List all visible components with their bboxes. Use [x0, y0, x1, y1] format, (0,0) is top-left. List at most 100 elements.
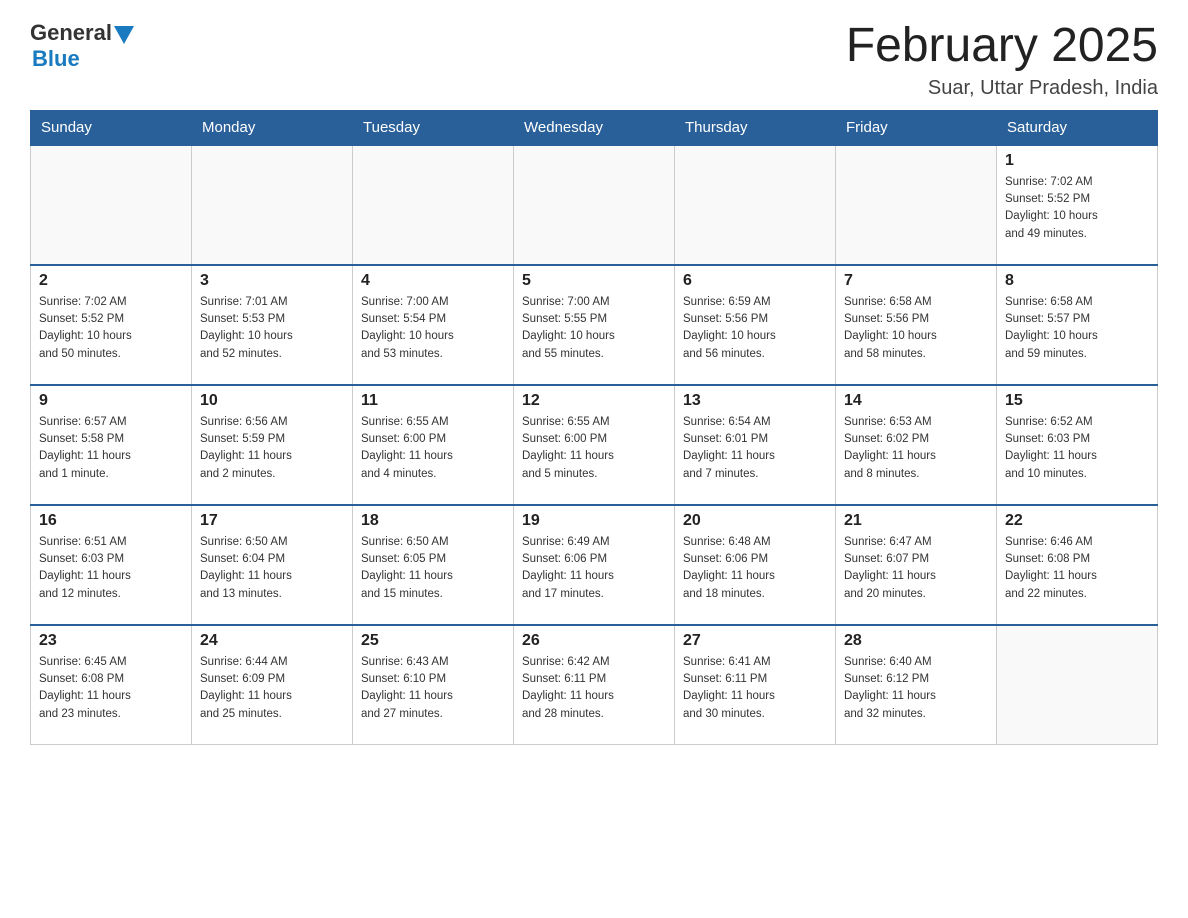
day-number: 26 [522, 632, 666, 650]
day-info: Sunrise: 6:49 AMSunset: 6:06 PMDaylight:… [522, 534, 666, 603]
day-info: Sunrise: 6:40 AMSunset: 6:12 PMDaylight:… [844, 654, 988, 723]
day-info: Sunrise: 6:59 AMSunset: 5:56 PMDaylight:… [683, 294, 827, 363]
calendar-day-cell: 20 Sunrise: 6:48 AMSunset: 6:06 PMDayligh… [675, 505, 836, 625]
day-info: Sunrise: 6:53 AMSunset: 6:02 PMDaylight:… [844, 414, 988, 483]
title-section: February 2025 Suar, Uttar Pradesh, India [846, 20, 1158, 100]
day-number: 4 [361, 272, 505, 290]
day-number: 23 [39, 632, 183, 650]
calendar-day-cell: 27 Sunrise: 6:41 AMSunset: 6:11 PMDayligh… [675, 625, 836, 745]
calendar-day-cell: 8 Sunrise: 6:58 AMSunset: 5:57 PMDaylight… [997, 265, 1158, 385]
calendar-day-cell: 10Sunrise: 6:56 AMSunset: 5:59 PMDayligh… [192, 385, 353, 505]
calendar-day-cell: 9 Sunrise: 6:57 AMSunset: 5:58 PMDaylight… [31, 385, 192, 505]
calendar-day-cell: 22 Sunrise: 6:46 AMSunset: 6:08 PMDayligh… [997, 505, 1158, 625]
day-number: 15 [1005, 392, 1149, 410]
calendar-day-cell: 5 Sunrise: 7:00 AMSunset: 5:55 PMDaylight… [514, 265, 675, 385]
day-number: 12 [522, 392, 666, 410]
day-number: 8 [1005, 272, 1149, 290]
day-number: 24 [200, 632, 344, 650]
calendar-day-cell: 17 Sunrise: 6:50 AMSunset: 6:04 PMDayligh… [192, 505, 353, 625]
calendar-day-cell: 2 Sunrise: 7:02 AMSunset: 5:52 PMDaylight… [31, 265, 192, 385]
day-info: Sunrise: 7:02 AMSunset: 5:52 PMDaylight:… [39, 294, 183, 363]
page-header: General Blue February 2025 Suar, Uttar P… [30, 20, 1158, 100]
day-info: Sunrise: 6:54 AMSunset: 6:01 PMDaylight:… [683, 414, 827, 483]
logo: General Blue [30, 20, 136, 72]
calendar-table: SundayMondayTuesdayWednesdayThursdayFrid… [30, 110, 1158, 746]
day-info: Sunrise: 6:45 AMSunset: 6:08 PMDaylight:… [39, 654, 183, 723]
calendar-header-row: SundayMondayTuesdayWednesdayThursdayFrid… [31, 110, 1158, 145]
calendar-day-cell: 18 Sunrise: 6:50 AMSunset: 6:05 PMDayligh… [353, 505, 514, 625]
day-number: 1 [1005, 152, 1149, 170]
calendar-day-header: Thursday [675, 110, 836, 145]
calendar-week-row: 16Sunrise: 6:51 AMSunset: 6:03 PMDayligh… [31, 505, 1158, 625]
day-info: Sunrise: 6:56 AMSunset: 5:59 PMDaylight:… [200, 414, 344, 483]
day-info: Sunrise: 6:55 AMSunset: 6:00 PMDaylight:… [361, 414, 505, 483]
calendar-day-cell [836, 145, 997, 265]
calendar-day-header: Saturday [997, 110, 1158, 145]
day-number: 21 [844, 512, 988, 530]
day-number: 13 [683, 392, 827, 410]
logo-general: General [30, 20, 112, 46]
calendar-day-cell: 7Sunrise: 6:58 AMSunset: 5:56 PMDaylight… [836, 265, 997, 385]
day-info: Sunrise: 6:50 AMSunset: 6:04 PMDaylight:… [200, 534, 344, 603]
calendar-day-cell: 3 Sunrise: 7:01 AMSunset: 5:53 PMDaylight… [192, 265, 353, 385]
calendar-day-cell [192, 145, 353, 265]
day-info: Sunrise: 6:42 AMSunset: 6:11 PMDaylight:… [522, 654, 666, 723]
calendar-week-row: 9 Sunrise: 6:57 AMSunset: 5:58 PMDaylight… [31, 385, 1158, 505]
day-number: 3 [200, 272, 344, 290]
day-info: Sunrise: 6:43 AMSunset: 6:10 PMDaylight:… [361, 654, 505, 723]
day-number: 2 [39, 272, 183, 290]
day-info: Sunrise: 6:44 AMSunset: 6:09 PMDaylight:… [200, 654, 344, 723]
day-info: Sunrise: 6:47 AMSunset: 6:07 PMDaylight:… [844, 534, 988, 603]
logo-triangle-icon [112, 22, 134, 44]
calendar-day-cell: 21 Sunrise: 6:47 AMSunset: 6:07 PMDayligh… [836, 505, 997, 625]
day-number: 17 [200, 512, 344, 530]
calendar-day-header: Wednesday [514, 110, 675, 145]
calendar-day-cell: 24 Sunrise: 6:44 AMSunset: 6:09 PMDayligh… [192, 625, 353, 745]
calendar-day-cell [997, 625, 1158, 745]
day-info: Sunrise: 6:57 AMSunset: 5:58 PMDaylight:… [39, 414, 183, 483]
calendar-day-cell: 25 Sunrise: 6:43 AMSunset: 6:10 PMDayligh… [353, 625, 514, 745]
calendar-day-cell: 16Sunrise: 6:51 AMSunset: 6:03 PMDayligh… [31, 505, 192, 625]
day-info: Sunrise: 7:02 AMSunset: 5:52 PMDaylight:… [1005, 174, 1149, 243]
calendar-day-cell: 14 Sunrise: 6:53 AMSunset: 6:02 PMDayligh… [836, 385, 997, 505]
day-number: 18 [361, 512, 505, 530]
day-number: 27 [683, 632, 827, 650]
location-title: Suar, Uttar Pradesh, India [846, 77, 1158, 100]
day-number: 6 [683, 272, 827, 290]
day-number: 19 [522, 512, 666, 530]
day-number: 5 [522, 272, 666, 290]
day-number: 22 [1005, 512, 1149, 530]
day-info: Sunrise: 7:01 AMSunset: 5:53 PMDaylight:… [200, 294, 344, 363]
calendar-day-cell: 15 Sunrise: 6:52 AMSunset: 6:03 PMDayligh… [997, 385, 1158, 505]
day-info: Sunrise: 6:58 AMSunset: 5:57 PMDaylight:… [1005, 294, 1149, 363]
day-info: Sunrise: 6:48 AMSunset: 6:06 PMDaylight:… [683, 534, 827, 603]
day-number: 20 [683, 512, 827, 530]
calendar-day-cell: 11Sunrise: 6:55 AMSunset: 6:00 PMDayligh… [353, 385, 514, 505]
month-title: February 2025 [846, 20, 1158, 73]
calendar-day-cell [514, 145, 675, 265]
calendar-day-cell [31, 145, 192, 265]
calendar-day-header: Sunday [31, 110, 192, 145]
day-info: Sunrise: 6:46 AMSunset: 6:08 PMDaylight:… [1005, 534, 1149, 603]
day-number: 25 [361, 632, 505, 650]
day-number: 9 [39, 392, 183, 410]
calendar-day-cell: 6 Sunrise: 6:59 AMSunset: 5:56 PMDaylight… [675, 265, 836, 385]
day-info: Sunrise: 6:55 AMSunset: 6:00 PMDaylight:… [522, 414, 666, 483]
day-number: 28 [844, 632, 988, 650]
logo-blue: Blue [32, 46, 136, 72]
day-info: Sunrise: 6:50 AMSunset: 6:05 PMDaylight:… [361, 534, 505, 603]
day-number: 14 [844, 392, 988, 410]
calendar-day-header: Tuesday [353, 110, 514, 145]
calendar-week-row: 23 Sunrise: 6:45 AMSunset: 6:08 PMDayligh… [31, 625, 1158, 745]
day-info: Sunrise: 6:41 AMSunset: 6:11 PMDaylight:… [683, 654, 827, 723]
calendar-day-cell: 28 Sunrise: 6:40 AMSunset: 6:12 PMDayligh… [836, 625, 997, 745]
calendar-day-cell: 1 Sunrise: 7:02 AMSunset: 5:52 PMDaylight… [997, 145, 1158, 265]
day-info: Sunrise: 6:51 AMSunset: 6:03 PMDaylight:… [39, 534, 183, 603]
calendar-week-row: 2 Sunrise: 7:02 AMSunset: 5:52 PMDaylight… [31, 265, 1158, 385]
calendar-day-cell: 4Sunrise: 7:00 AMSunset: 5:54 PMDaylight… [353, 265, 514, 385]
day-info: Sunrise: 6:52 AMSunset: 6:03 PMDaylight:… [1005, 414, 1149, 483]
day-info: Sunrise: 7:00 AMSunset: 5:55 PMDaylight:… [522, 294, 666, 363]
calendar-week-row: 1 Sunrise: 7:02 AMSunset: 5:52 PMDaylight… [31, 145, 1158, 265]
calendar-day-header: Monday [192, 110, 353, 145]
calendar-day-cell: 19 Sunrise: 6:49 AMSunset: 6:06 PMDayligh… [514, 505, 675, 625]
